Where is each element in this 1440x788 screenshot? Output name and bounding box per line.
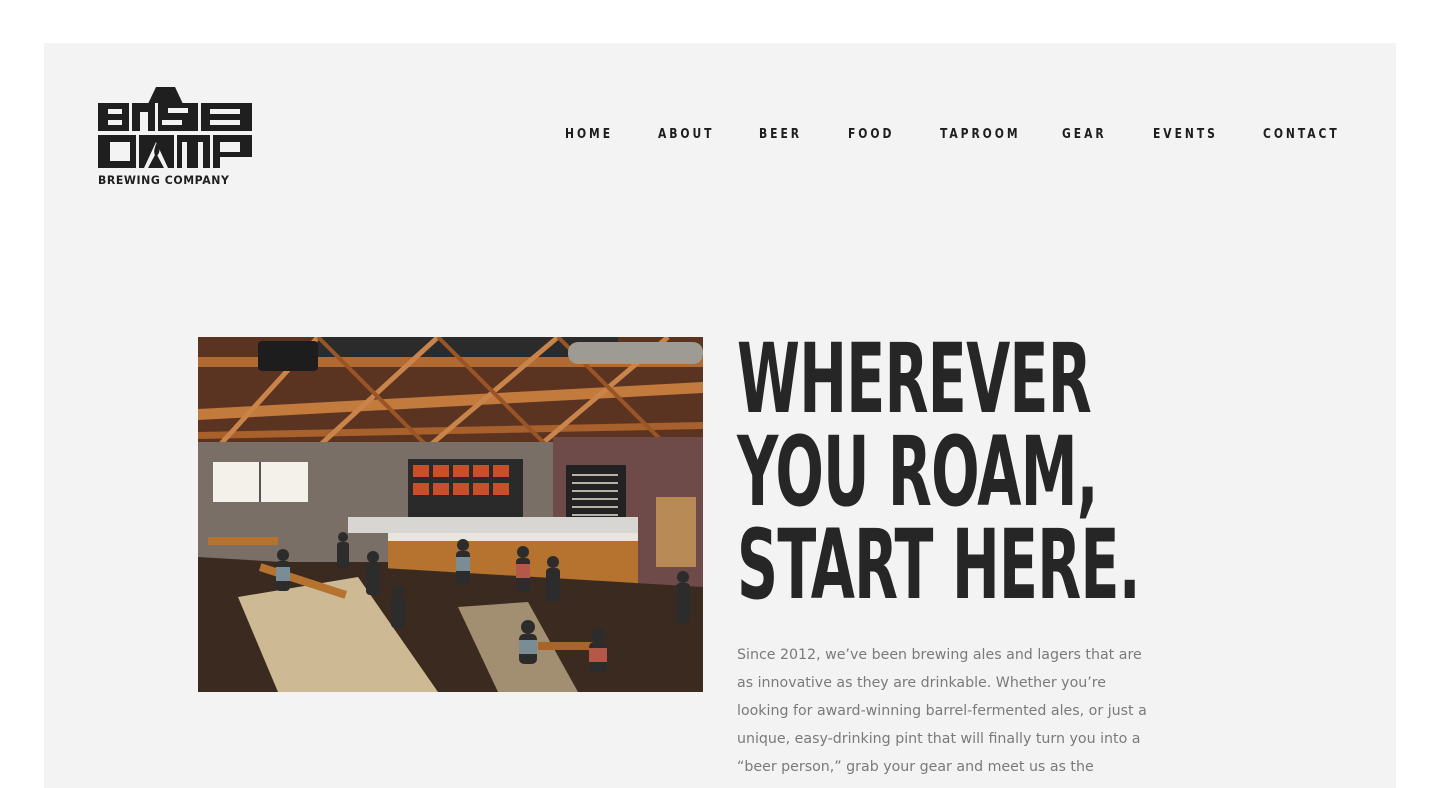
headline-line-3: START HERE. xyxy=(737,509,1140,621)
nav-item-contact[interactable]: CONTACT xyxy=(1263,127,1340,142)
nav-item-about[interactable]: ABOUT xyxy=(658,127,714,142)
nav-item-beer[interactable]: BEER xyxy=(759,127,802,142)
nav-item-events[interactable]: EVENTS xyxy=(1153,127,1218,142)
main-nav: HOME ABOUT BEER FOOD TAPROOM GEAR EVENTS… xyxy=(44,127,1396,147)
nav-item-gear[interactable]: GEAR xyxy=(1062,127,1107,142)
logo-subtitle: BREWING COMPANY xyxy=(98,173,230,187)
taproom-photo xyxy=(198,337,703,692)
headline-line-2: YOU ROAM, xyxy=(737,416,1098,528)
nav-item-food[interactable]: FOOD xyxy=(848,127,894,142)
headline-line-1: WHEREVER xyxy=(737,323,1092,435)
page-panel: BREWING COMPANY HOME ABOUT BEER FOOD TAP… xyxy=(44,43,1396,788)
hero-body-text: Since 2012, we’ve been brewing ales and … xyxy=(737,647,1147,775)
nav-item-home[interactable]: HOME xyxy=(565,127,613,142)
hero-headline: WHEREVER YOU ROAM, START HERE. xyxy=(737,323,1217,621)
nav-item-taproom[interactable]: TAPROOM xyxy=(940,127,1021,142)
